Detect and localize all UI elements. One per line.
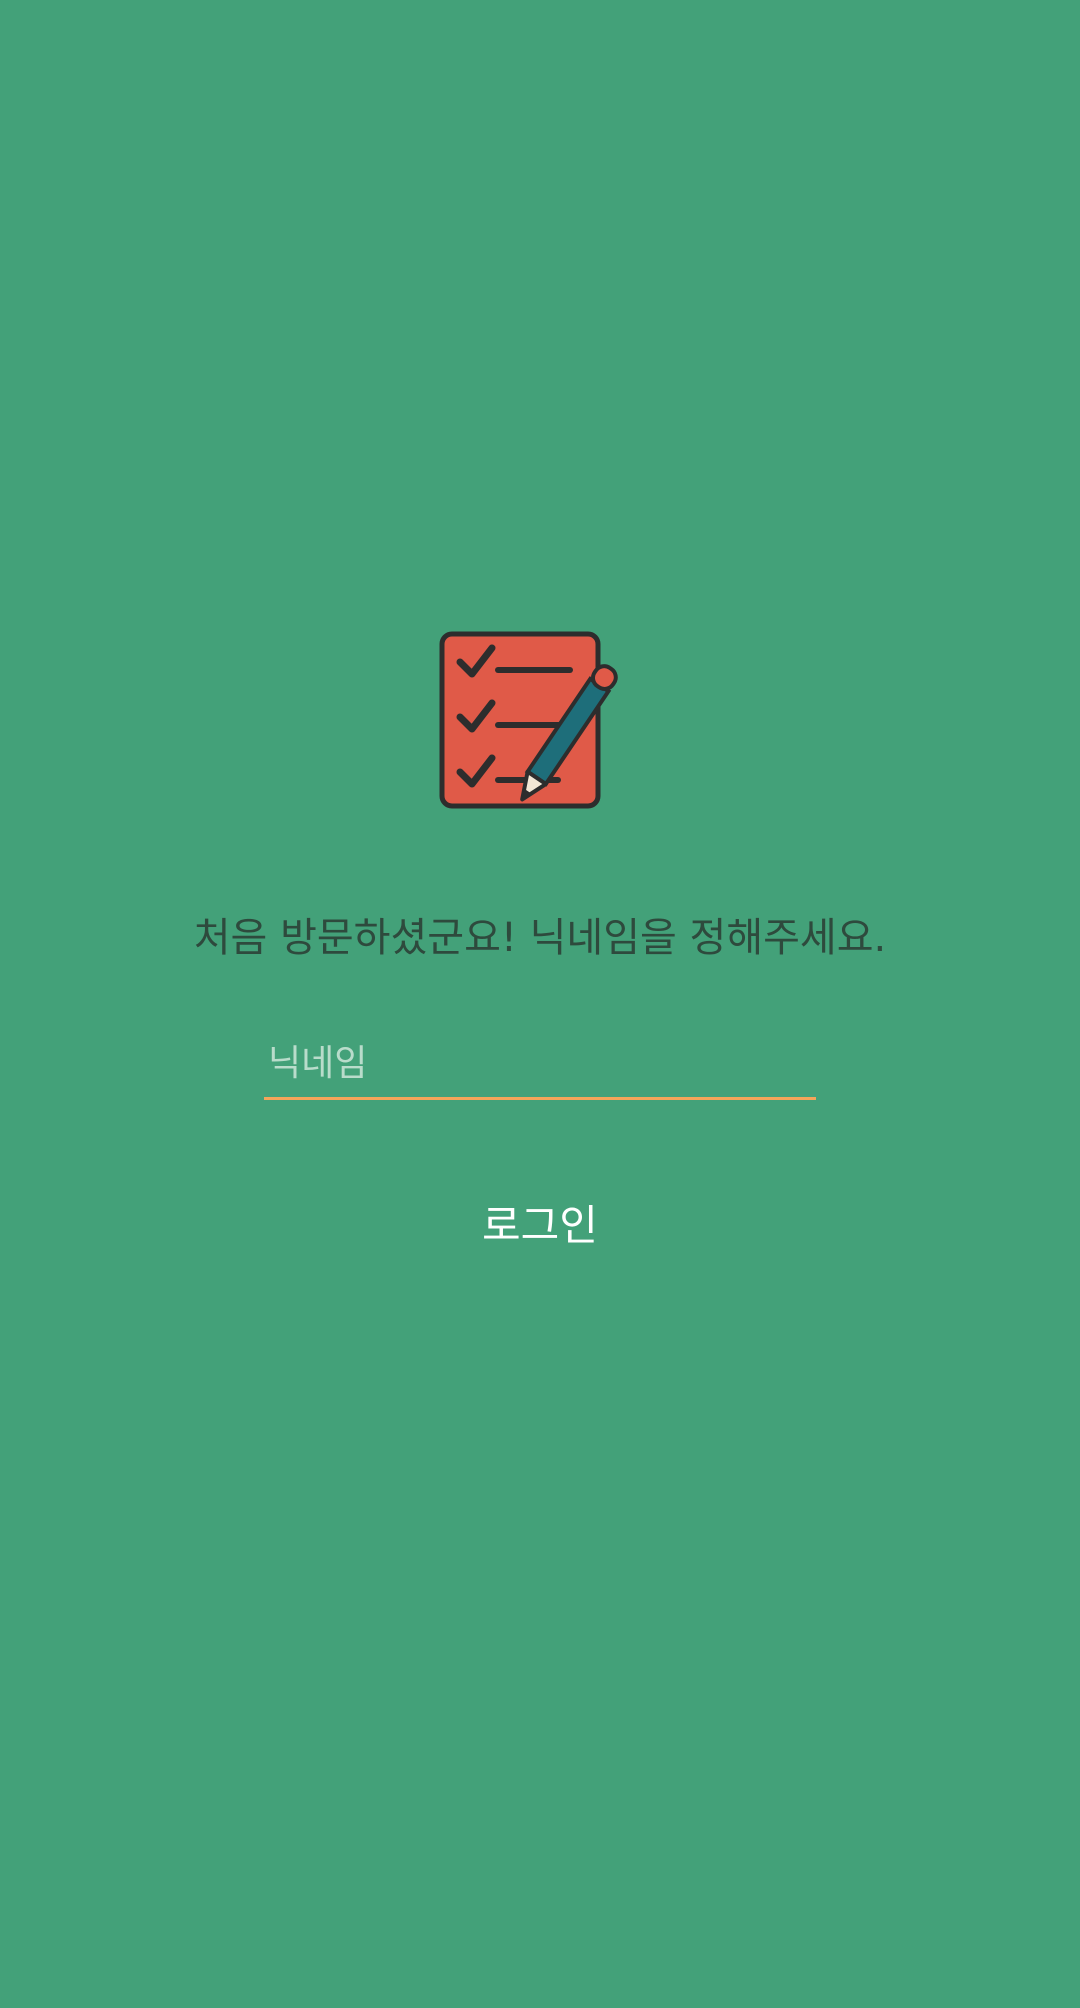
- login-button[interactable]: 로그인: [390, 1180, 690, 1270]
- nickname-input[interactable]: [264, 1030, 816, 1097]
- nickname-field-container: [264, 1030, 816, 1100]
- checklist-with-pencil-icon: [438, 630, 642, 810]
- welcome-message: 처음 방문하셨군요! 닉네임을 정해주세요.: [193, 915, 887, 961]
